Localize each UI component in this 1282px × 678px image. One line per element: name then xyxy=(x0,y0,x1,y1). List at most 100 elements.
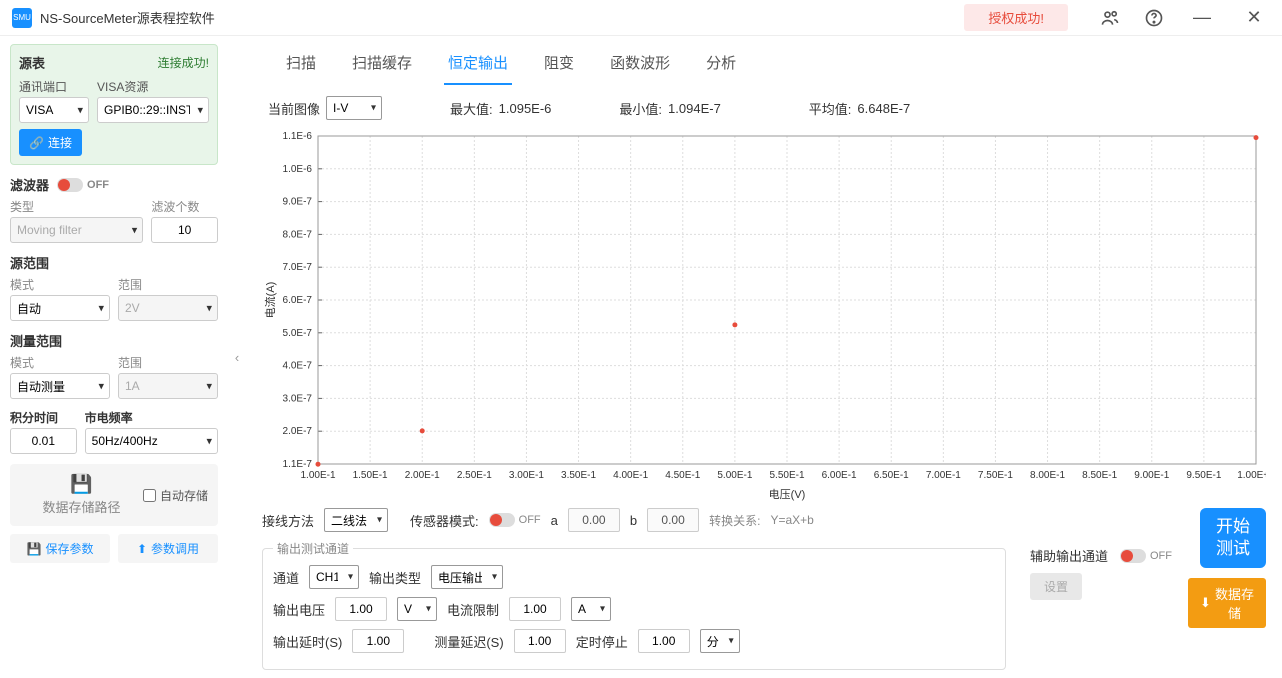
help-icon[interactable] xyxy=(1142,6,1166,30)
integ-input[interactable] xyxy=(10,428,77,454)
storage-label: 数据存储路径 xyxy=(42,497,120,516)
measdelay-input[interactable] xyxy=(514,629,566,653)
wire-select[interactable] xyxy=(324,508,388,532)
b-input[interactable] xyxy=(647,508,699,532)
src-range-label: 范围 xyxy=(118,276,218,293)
svg-text:8.00E-1: 8.00E-1 xyxy=(1030,470,1065,481)
tstop-unit-select[interactable] xyxy=(700,629,740,653)
port-label: 通讯端口 xyxy=(19,78,89,95)
svg-text:1.1E-6: 1.1E-6 xyxy=(283,131,313,142)
outdelay-input[interactable] xyxy=(352,629,404,653)
integ-label: 积分时间 xyxy=(10,409,77,426)
output-legend: 输出测试通道 xyxy=(273,540,353,557)
main-tabs: 扫描 扫描缓存 恒定输出 阻变 函数波形 分析 xyxy=(262,36,1266,86)
sidebar-collapse-handle[interactable]: ‹ xyxy=(228,36,246,678)
measure-range-section: 测量范围 模式 范围 xyxy=(10,331,218,399)
svg-text:1.00E+0: 1.00E+0 xyxy=(1237,470,1266,481)
measdelay-label: 测量延迟(S) xyxy=(434,632,503,651)
disk-icon: 💾 xyxy=(70,474,92,495)
tstop-label: 定时停止 xyxy=(576,632,628,651)
visa-label: VISA资源 xyxy=(97,78,209,95)
users-icon[interactable] xyxy=(1098,6,1122,30)
connect-button[interactable]: 🔗连接 xyxy=(19,129,82,156)
avg-value: 6.648E-7 xyxy=(857,101,910,116)
load-params-button[interactable]: ⬆参数调用 xyxy=(118,534,218,563)
freq-select[interactable] xyxy=(85,428,218,454)
svg-text:4.0E-7: 4.0E-7 xyxy=(283,361,313,372)
outv-label: 输出电压 xyxy=(273,600,325,619)
outtype-label: 输出类型 xyxy=(369,568,421,587)
ilimit-unit-select[interactable] xyxy=(571,597,611,621)
src-mode-label: 模式 xyxy=(10,276,110,293)
svg-text:7.50E-1: 7.50E-1 xyxy=(978,470,1013,481)
upload-icon: ⬆ xyxy=(137,542,147,556)
tab-scan[interactable]: 扫描 xyxy=(282,44,320,85)
filter-type-label: 类型 xyxy=(10,198,143,215)
visa-select[interactable] xyxy=(97,97,209,123)
src-range-title: 源范围 xyxy=(10,253,218,272)
storage-path-panel[interactable]: 💾 数据存储路径 自动存储 xyxy=(10,464,218,526)
svg-text:4.00E-1: 4.00E-1 xyxy=(613,470,648,481)
link-icon: 🔗 xyxy=(29,136,44,150)
svg-text:8.50E-1: 8.50E-1 xyxy=(1082,470,1117,481)
svg-text:电流(A): 电流(A) xyxy=(263,282,277,319)
filter-type-select[interactable] xyxy=(10,217,143,243)
filter-count-input[interactable] xyxy=(151,217,218,243)
transform-label: 转换关系: xyxy=(709,512,760,529)
close-button[interactable]: ✕ xyxy=(1238,6,1270,30)
output-channel-fieldset: 输出测试通道 通道 输出类型 输出电压 电流限 xyxy=(262,540,1006,670)
svg-text:7.00E-1: 7.00E-1 xyxy=(926,470,961,481)
src-mode-select[interactable] xyxy=(10,295,110,321)
tab-analysis[interactable]: 分析 xyxy=(702,44,740,85)
transform-value: Y=aX+b xyxy=(770,513,813,527)
svg-text:6.0E-7: 6.0E-7 xyxy=(283,295,313,306)
min-value: 1.094E-7 xyxy=(668,101,721,116)
channel-select[interactable] xyxy=(309,565,359,589)
sensor-toggle[interactable]: OFF xyxy=(489,513,541,527)
outv-input[interactable] xyxy=(335,597,387,621)
save-data-button[interactable]: ⬇数据存储 xyxy=(1188,578,1266,628)
filter-toggle[interactable]: OFF xyxy=(57,178,109,192)
app-logo: SMU xyxy=(12,8,32,28)
aux-set-button[interactable]: 设置 xyxy=(1030,573,1082,600)
source-range-section: 源范围 模式 范围 xyxy=(10,253,218,321)
wire-label: 接线方法 xyxy=(262,511,314,530)
svg-text:4.50E-1: 4.50E-1 xyxy=(665,470,700,481)
outv-unit-select[interactable] xyxy=(397,597,437,621)
outtype-select[interactable] xyxy=(431,565,503,589)
ilimit-input[interactable] xyxy=(509,597,561,621)
port-select[interactable] xyxy=(19,97,89,123)
tab-resistance[interactable]: 阻变 xyxy=(540,44,578,85)
freq-label: 市电频率 xyxy=(85,409,218,426)
tab-constant-output[interactable]: 恒定输出 xyxy=(444,44,512,85)
save-params-button[interactable]: 💾保存参数 xyxy=(10,534,110,563)
avg-label: 平均值: xyxy=(809,99,852,118)
min-label: 最小值: xyxy=(619,99,662,118)
max-label: 最大值: xyxy=(450,99,493,118)
tab-scan-cache[interactable]: 扫描缓存 xyxy=(348,44,416,85)
timing-section: 积分时间 市电频率 xyxy=(10,409,218,454)
content-area: 扫描 扫描缓存 恒定输出 阻变 函数波形 分析 当前图像 最大值: 1.095E… xyxy=(246,36,1282,678)
source-title: 源表 xyxy=(19,53,45,72)
tstop-input[interactable] xyxy=(638,629,690,653)
current-image-select[interactable] xyxy=(326,96,382,120)
svg-text:3.0E-7: 3.0E-7 xyxy=(283,393,313,404)
a-input[interactable] xyxy=(568,508,620,532)
sensor-label: 传感器模式: xyxy=(410,511,479,530)
channel-label: 通道 xyxy=(273,568,299,587)
save-icon: 💾 xyxy=(27,542,42,556)
meas-mode-select[interactable] xyxy=(10,373,110,399)
aux-label: 辅助输出通道 xyxy=(1030,546,1108,565)
titlebar: SMU NS-SourceMeter源表程控软件 授权成功! — ✕ xyxy=(0,0,1282,36)
meas-range-select[interactable] xyxy=(118,373,218,399)
svg-text:2.50E-1: 2.50E-1 xyxy=(457,470,492,481)
minimize-button[interactable]: — xyxy=(1186,6,1218,30)
svg-text:3.00E-1: 3.00E-1 xyxy=(509,470,544,481)
src-range-select[interactable] xyxy=(118,295,218,321)
svg-text:8.0E-7: 8.0E-7 xyxy=(283,229,313,240)
auto-save-checkbox[interactable]: 自动存储 xyxy=(143,487,208,504)
tab-function-wave[interactable]: 函数波形 xyxy=(606,44,674,85)
current-image-label: 当前图像 xyxy=(268,99,320,118)
aux-toggle[interactable]: OFF xyxy=(1120,549,1172,563)
start-test-button[interactable]: 开始 测试 xyxy=(1200,508,1266,568)
